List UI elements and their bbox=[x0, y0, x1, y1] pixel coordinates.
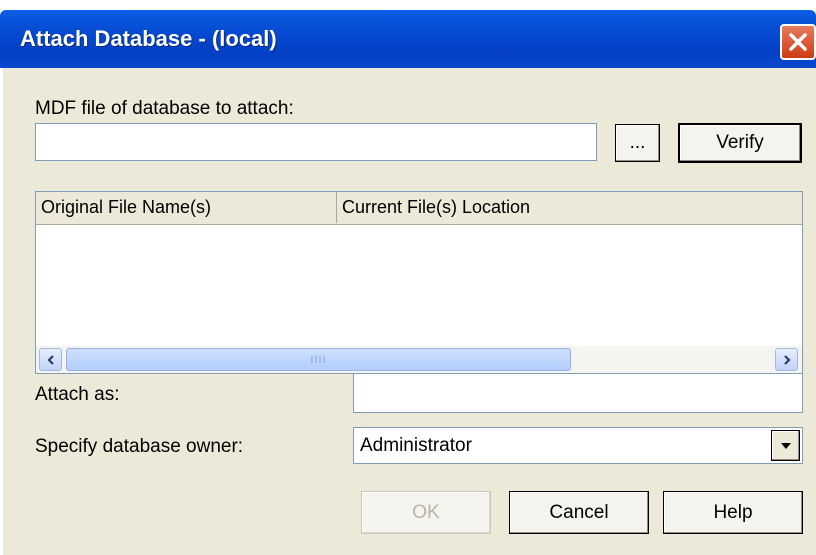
chevron-down-icon bbox=[780, 442, 791, 449]
title-bar[interactable]: Attach Database - (local) bbox=[0, 10, 816, 68]
column-current-file-location[interactable]: Current File(s) Location bbox=[337, 192, 802, 223]
owner-select[interactable]: Administrator bbox=[353, 427, 803, 464]
close-button[interactable] bbox=[780, 24, 816, 60]
chevron-right-icon bbox=[783, 354, 791, 365]
window-title: Attach Database - (local) bbox=[20, 26, 277, 51]
dialog-body: MDF file of database to attach: ... Veri… bbox=[3, 68, 816, 555]
close-icon bbox=[789, 33, 807, 51]
scroll-grip: IIII bbox=[310, 353, 327, 366]
owner-selected-value: Administrator bbox=[360, 435, 472, 456]
scroll-right-button[interactable] bbox=[775, 348, 798, 371]
scroll-left-button[interactable] bbox=[39, 348, 62, 371]
column-original-file-names[interactable]: Original File Name(s) bbox=[36, 192, 337, 223]
horizontal-scrollbar[interactable]: IIII bbox=[36, 346, 802, 373]
chevron-left-icon bbox=[46, 354, 54, 365]
owner-dropdown-button[interactable] bbox=[771, 430, 800, 461]
verify-button[interactable]: Verify bbox=[678, 123, 802, 163]
attach-as-label: Attach as: bbox=[35, 384, 120, 405]
ok-button[interactable]: OK bbox=[361, 491, 491, 534]
cancel-button[interactable]: Cancel bbox=[509, 491, 649, 534]
attach-as-input[interactable] bbox=[353, 373, 803, 413]
scroll-thumb[interactable]: IIII bbox=[66, 348, 571, 371]
files-list[interactable]: Original File Name(s) Current File(s) Lo… bbox=[35, 191, 803, 374]
owner-label: Specify database owner: bbox=[35, 436, 244, 457]
attach-database-dialog: Attach Database - (local) MDF file of da… bbox=[0, 0, 816, 555]
mdf-file-input[interactable] bbox=[35, 123, 597, 161]
mdf-file-label: MDF file of database to attach: bbox=[35, 98, 294, 119]
browse-button[interactable]: ... bbox=[615, 124, 660, 162]
files-list-header: Original File Name(s) Current File(s) Lo… bbox=[36, 192, 802, 225]
help-button[interactable]: Help bbox=[663, 491, 803, 534]
